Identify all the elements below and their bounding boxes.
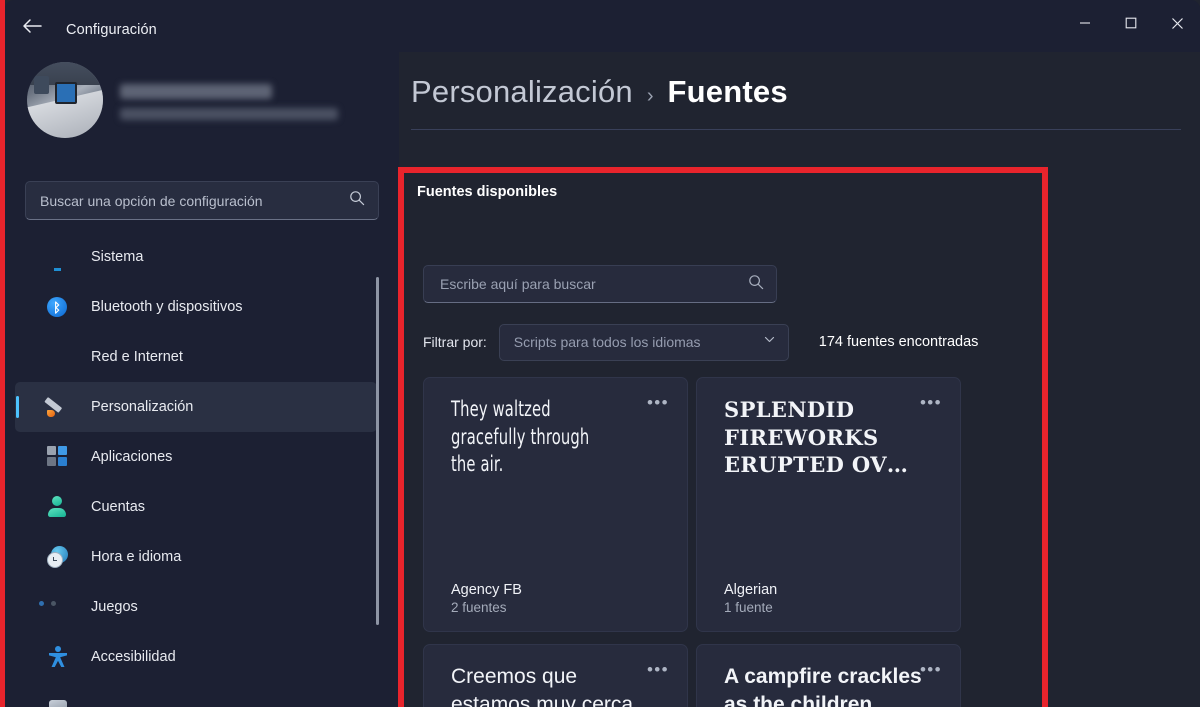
gamepad-icon bbox=[47, 596, 69, 618]
account-text bbox=[120, 80, 338, 120]
header-divider bbox=[411, 129, 1181, 130]
result-count: 174 fuentes encontradas bbox=[818, 334, 979, 350]
sidebar-scrollbar[interactable] bbox=[376, 277, 379, 625]
close-button[interactable] bbox=[1154, 0, 1200, 46]
more-options-icon[interactable]: ••• bbox=[920, 661, 942, 678]
sidebar-item-privacidad[interactable] bbox=[15, 682, 377, 707]
apps-icon bbox=[47, 446, 69, 468]
section-title: Fuentes disponibles bbox=[417, 184, 558, 200]
font-face-count: 1 fuente bbox=[724, 600, 773, 615]
font-card[interactable]: They waltzed gracefully through the air.… bbox=[423, 377, 688, 632]
font-card-meta: Algerian 1 fuente bbox=[724, 582, 777, 615]
chevron-right-icon: › bbox=[646, 85, 654, 107]
filter-row: Filtrar por: Scripts para todos los idio… bbox=[423, 323, 1048, 361]
font-search-placeholder: Escribe aquí para buscar bbox=[440, 276, 596, 292]
account-email-redacted bbox=[120, 108, 338, 120]
user-icon bbox=[47, 496, 69, 518]
sidebar-item-cuentas[interactable]: Cuentas bbox=[15, 482, 377, 532]
font-sample-text: They waltzed gracefully through the air. bbox=[451, 397, 590, 477]
sidebar-item-label: Cuentas bbox=[91, 499, 146, 515]
sidebar-item-label: Hora e idioma bbox=[91, 549, 182, 565]
back-button[interactable] bbox=[15, 10, 49, 42]
minimize-icon bbox=[1079, 17, 1091, 29]
search-icon bbox=[349, 190, 365, 211]
maximize-button[interactable] bbox=[1108, 0, 1154, 46]
clock-globe-icon bbox=[47, 546, 69, 568]
title-bar: Configuración bbox=[5, 0, 1200, 52]
sidebar-item-accesibilidad[interactable]: Accesibilidad bbox=[15, 632, 377, 682]
sidebar-item-personalizacion[interactable]: Personalización bbox=[15, 382, 377, 432]
sidebar-nav-list: Sistema ᛒ Bluetooth y dispositivos Red e… bbox=[15, 232, 377, 707]
font-name: Algerian bbox=[724, 582, 778, 598]
filter-label: Filtrar por: bbox=[423, 334, 487, 350]
font-card-meta: Agency FB 2 fuentes bbox=[451, 582, 522, 615]
sidebar-item-label: Juegos bbox=[91, 599, 138, 615]
sidebar-item-aplicaciones[interactable]: Aplicaciones bbox=[15, 432, 377, 482]
page-title: Fuentes bbox=[667, 74, 788, 109]
maximize-icon bbox=[1125, 17, 1137, 29]
settings-window-root: Configuración Buscar una opción de confi… bbox=[0, 0, 1200, 707]
font-face-count: 2 fuentes bbox=[451, 600, 507, 615]
account-name-redacted bbox=[120, 84, 272, 99]
chevron-down-icon bbox=[763, 333, 776, 351]
sidebar-search-input[interactable]: Buscar una opción de configuración bbox=[25, 181, 379, 220]
breadcrumb-parent-link[interactable]: Personalización bbox=[411, 74, 633, 110]
minimize-button[interactable] bbox=[1062, 0, 1108, 46]
back-arrow-icon bbox=[22, 18, 42, 34]
sidebar-search-placeholder: Buscar una opción de configuración bbox=[40, 192, 263, 209]
sidebar-item-label: Sistema bbox=[91, 249, 144, 265]
sidebar-item-label: Red e Internet bbox=[91, 349, 183, 365]
close-icon bbox=[1171, 17, 1184, 30]
sidebar-item-juegos[interactable]: Juegos bbox=[15, 582, 377, 632]
sidebar-item-label: Bluetooth y dispositivos bbox=[91, 299, 243, 315]
settings-window: Configuración Buscar una opción de confi… bbox=[5, 0, 1200, 707]
sidebar-item-sistema[interactable]: Sistema bbox=[15, 232, 377, 282]
fonts-panel: Fuentes disponibles Escribe aquí para bu… bbox=[409, 172, 1049, 707]
main-content: Personalización › Fuentes Fuentes dispon… bbox=[399, 52, 1200, 707]
filter-dropdown[interactable]: Scripts para todos los idiomas bbox=[498, 323, 789, 361]
font-card[interactable]: A campfire crackles as the children ••• bbox=[696, 644, 961, 707]
app-title: Configuración bbox=[66, 22, 157, 38]
avatar bbox=[27, 62, 103, 138]
sidebar-item-hora[interactable]: Hora e idioma bbox=[15, 532, 377, 582]
wifi-icon bbox=[47, 346, 69, 368]
sidebar-item-label: Aplicaciones bbox=[91, 449, 173, 465]
accessibility-icon bbox=[47, 646, 69, 668]
font-card[interactable]: SPLENDID FIREWORKS ERUPTED OV… ••• Alger… bbox=[696, 377, 961, 632]
highlight-left-strip bbox=[0, 0, 5, 707]
window-controls bbox=[1062, 0, 1200, 46]
search-icon bbox=[748, 274, 764, 295]
sidebar-item-label: Personalización bbox=[91, 399, 194, 415]
breadcrumb: Personalización › Fuentes bbox=[411, 74, 788, 110]
font-card[interactable]: Creemos que estamos muy cerca. ••• bbox=[423, 644, 688, 707]
privacy-shield-icon bbox=[47, 696, 69, 707]
font-search-input[interactable]: Escribe aquí para buscar bbox=[423, 265, 777, 303]
font-cards-grid: They waltzed gracefully through the air.… bbox=[423, 377, 1043, 707]
sidebar-item-red[interactable]: Red e Internet bbox=[15, 332, 377, 382]
sidebar-item-label: Accesibilidad bbox=[91, 649, 176, 665]
font-sample-text: SPLENDID FIREWORKS ERUPTED OV… bbox=[724, 397, 909, 478]
font-sample-text: A campfire crackles as the children bbox=[724, 665, 922, 707]
more-options-icon[interactable]: ••• bbox=[647, 661, 669, 678]
account-profile[interactable] bbox=[27, 62, 338, 138]
sidebar-item-bluetooth[interactable]: ᛒ Bluetooth y dispositivos bbox=[15, 282, 377, 332]
font-name: Agency FB bbox=[451, 582, 522, 598]
font-sample-text: Creemos que estamos muy cerca. bbox=[451, 665, 639, 707]
filter-selected-value: Scripts para todos los idiomas bbox=[513, 334, 701, 350]
more-options-icon[interactable]: ••• bbox=[920, 394, 942, 411]
more-options-icon[interactable]: ••• bbox=[647, 394, 669, 411]
sidebar: Buscar una opción de configuración Siste… bbox=[5, 52, 399, 707]
paintbrush-icon bbox=[47, 396, 69, 418]
monitor-icon bbox=[47, 246, 69, 268]
bluetooth-icon: ᛒ bbox=[47, 296, 69, 318]
